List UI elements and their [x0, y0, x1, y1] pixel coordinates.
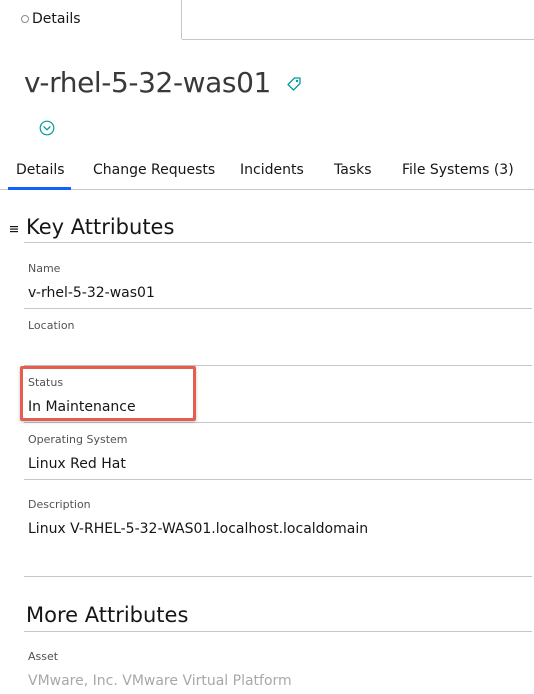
menu-icon[interactable] — [10, 225, 18, 233]
asset-label: Asset — [28, 650, 59, 663]
chevron-down-circle-icon[interactable] — [39, 120, 55, 136]
field-divider — [24, 422, 532, 423]
key-attributes-title: Key Attributes — [26, 215, 175, 239]
field-divider — [24, 576, 532, 577]
circle-icon — [21, 15, 29, 23]
field-divider — [24, 308, 532, 309]
operating-system-label: Operating System — [28, 433, 128, 446]
name-label: Name — [28, 262, 61, 275]
more-attributes-title: More Attributes — [26, 603, 189, 627]
name-value: v-rhel-5-32-was01 — [28, 285, 155, 301]
tab-change-requests[interactable]: Change Requests — [93, 162, 215, 178]
tab-details-top[interactable]: Details — [17, 0, 182, 39]
tab-file-systems[interactable]: File Systems (3) — [402, 162, 514, 178]
tab-incidents[interactable]: Incidents — [240, 162, 304, 178]
description-label: Description — [28, 498, 91, 511]
tab-details[interactable]: Details — [16, 162, 65, 178]
field-divider — [24, 479, 532, 480]
tabs-divider — [0, 189, 534, 190]
top-tab-label: Details — [32, 11, 81, 27]
tag-icon[interactable] — [286, 76, 302, 92]
page-title: v-rhel-5-32-was01 — [24, 66, 271, 99]
section-divider — [24, 242, 532, 243]
description-value: Linux V-RHEL-5-32-WAS01.localhost.locald… — [28, 521, 369, 537]
section-divider — [24, 631, 532, 632]
asset-value: VMware, Inc. VMware Virtual Platform — [28, 673, 292, 689]
status-highlight — [20, 366, 196, 421]
active-tab-indicator — [8, 187, 71, 190]
location-label: Location — [28, 319, 75, 332]
top-divider — [182, 39, 534, 40]
tab-tasks[interactable]: Tasks — [334, 162, 372, 178]
operating-system-value: Linux Red Hat — [28, 456, 126, 472]
